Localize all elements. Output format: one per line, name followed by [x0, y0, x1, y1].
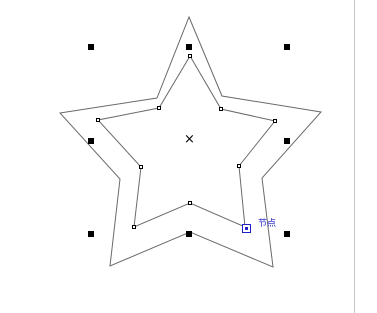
- handle-middle-right[interactable]: [284, 138, 290, 144]
- contour-node[interactable]: [237, 164, 241, 168]
- contour-node[interactable]: [219, 107, 223, 111]
- contour-node[interactable]: [188, 201, 192, 205]
- contour-cursor-icon: [242, 224, 251, 233]
- handle-top-center[interactable]: [186, 44, 192, 50]
- center-marker[interactable]: ×: [184, 132, 195, 148]
- contour-node[interactable]: [157, 106, 161, 110]
- cursor-hint-label: 节点: [258, 219, 277, 229]
- handle-bottom-left[interactable]: [88, 231, 94, 237]
- handle-top-right[interactable]: [284, 44, 290, 50]
- handle-bottom-right[interactable]: [284, 231, 290, 237]
- drawing-canvas[interactable]: × 节点: [0, 0, 377, 313]
- handle-middle-left[interactable]: [88, 138, 94, 144]
- contour-node[interactable]: [132, 225, 136, 229]
- contour-node[interactable]: [188, 54, 192, 58]
- canvas-svg: [59, 0, 355, 313]
- contour-node[interactable]: [96, 118, 100, 122]
- contour-node[interactable]: [273, 119, 277, 123]
- handle-top-left[interactable]: [88, 44, 94, 50]
- handle-bottom-center[interactable]: [186, 231, 192, 237]
- contour-node[interactable]: [139, 165, 143, 169]
